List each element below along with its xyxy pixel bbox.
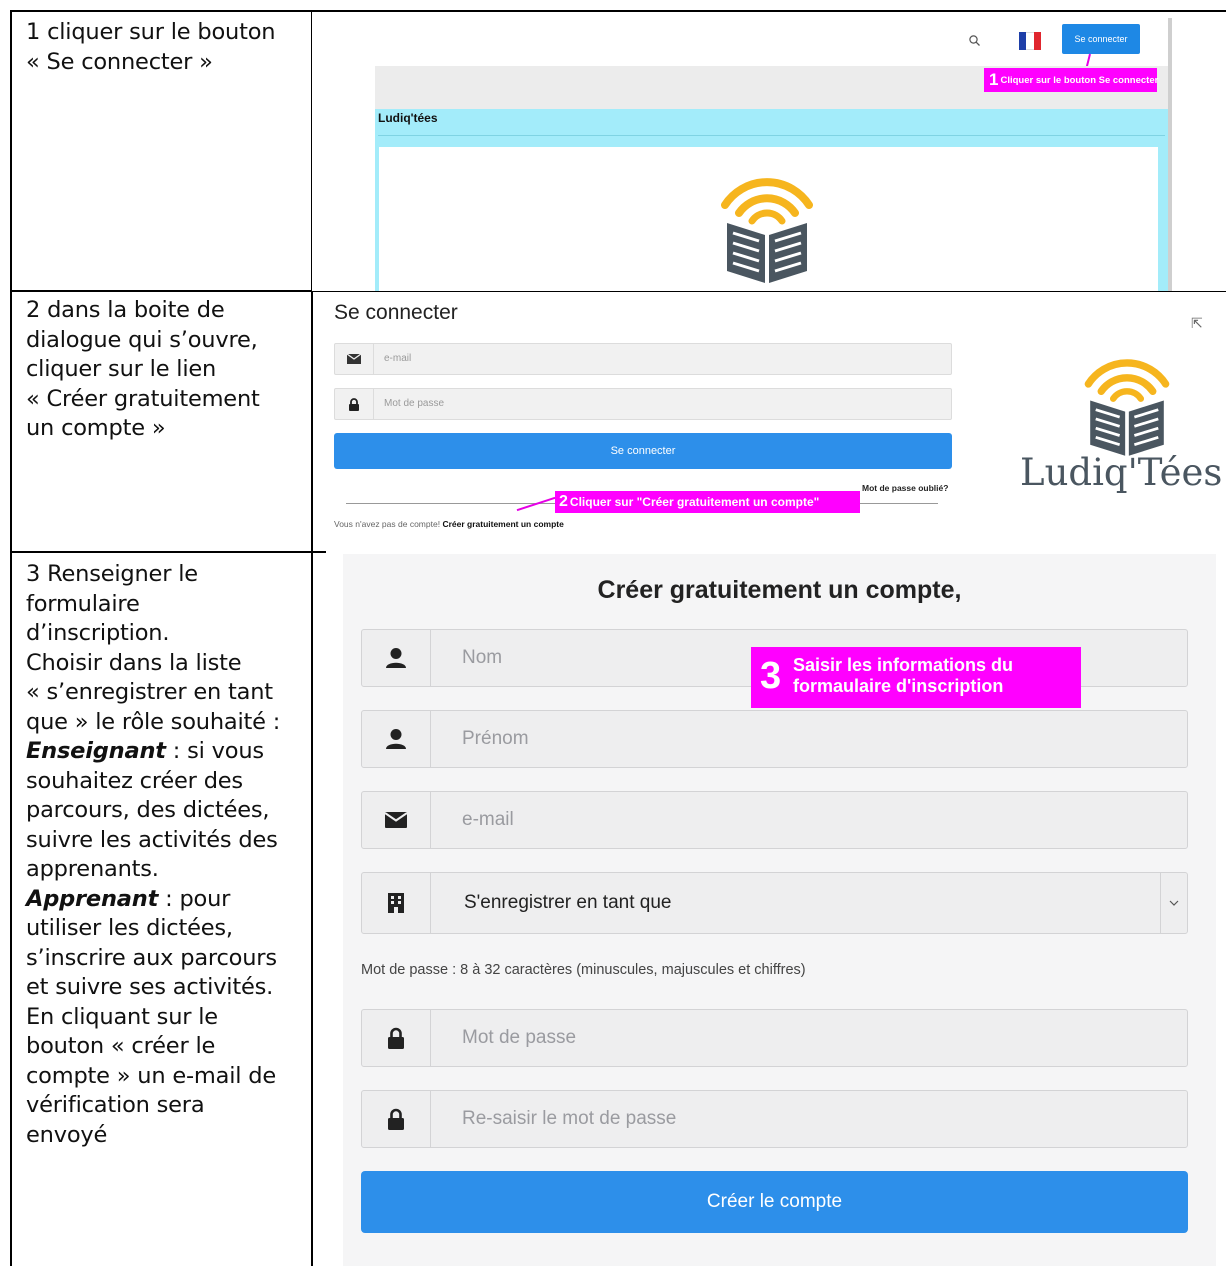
- password-field[interactable]: Mot de passe: [334, 388, 952, 420]
- annotation-callout-3: 3 Saisir les informations du formaulaire …: [751, 647, 1081, 708]
- annotation-text: Cliquer sur "Créer gratuitement un compt…: [569, 495, 820, 509]
- first-name-field[interactable]: Prénom: [361, 710, 1188, 768]
- step3-line: En cliquant sur le: [26, 1003, 218, 1030]
- login-button[interactable]: Se connecter: [1062, 24, 1140, 54]
- panel-divider: [378, 135, 1165, 136]
- email-placeholder: e-mail: [462, 809, 514, 830]
- annotation-text: Cliquer sur le bouton Se connecter: [1000, 75, 1159, 86]
- no-account-label: Vous n'avez pas de compte!: [334, 519, 441, 529]
- step3-line: d’inscription.: [26, 620, 170, 646]
- panel-title: Ludiq'tées: [378, 111, 438, 125]
- annotation-callout-2: 2 Cliquer sur "Créer gratuitement un comp…: [555, 491, 860, 513]
- step3-line: utiliser les dictées,: [26, 915, 233, 941]
- step3-line: et suivre ses activités.: [26, 974, 274, 1000]
- screenshot-signup-form: Créer gratuitement un compte, Nom 3 Sais…: [343, 554, 1216, 1266]
- last-name-placeholder: Nom: [462, 647, 503, 668]
- annotation-number: 2: [559, 493, 568, 510]
- mouse-cursor-icon: ⇱: [1191, 315, 1203, 331]
- screenshot-home-page: Se connecter 1 Cliquer sur le bouton Se c…: [312, 12, 1226, 291]
- search-icon[interactable]: [968, 34, 982, 48]
- role-apprenant-line: Apprenant : pour: [26, 885, 306, 915]
- create-account-link[interactable]: Créer gratuitement un compte: [442, 519, 563, 529]
- role-select-value: S'enregistrer en tant que: [464, 892, 672, 913]
- forgot-password-link[interactable]: Mot de passe oublié?: [862, 483, 948, 493]
- step3-line: Choisir dans la liste: [26, 649, 242, 676]
- password-confirm-placeholder: Re-saisir le mot de passe: [462, 1108, 677, 1129]
- building-icon: [362, 873, 431, 933]
- chevron-down-icon[interactable]: [1160, 873, 1187, 933]
- step3-line: parcours, des dictées,: [26, 797, 270, 823]
- french-flag-icon[interactable]: [1019, 32, 1041, 50]
- step2-line: « Créer gratuitement: [26, 385, 260, 412]
- screenshot-login-dialog: Se connecter ⇱ e-mail Mot de passe Se co…: [326, 293, 1226, 553]
- user-icon: [362, 711, 431, 767]
- step3-line: bouton « créer le: [26, 1033, 216, 1059]
- role-apprenant-desc: : pour: [158, 885, 231, 912]
- annotation-text: Saisir les informations du formaulaire d'…: [793, 655, 1013, 697]
- logo-wordmark: Ludiq'Tées: [1020, 451, 1223, 494]
- scrollbar[interactable]: [1168, 18, 1172, 291]
- annotation-number: 3: [760, 655, 782, 697]
- step2-line: dialogue qui s’ouvre,: [26, 326, 258, 353]
- annotation-line: Saisir les informations du: [793, 655, 1014, 675]
- envelope-icon: [362, 792, 431, 848]
- ludiqtees-panel: Ludiq'tées: [375, 109, 1168, 291]
- step3-line: « s’enregistrer en tant: [26, 679, 273, 705]
- signup-title: Créer gratuitement un compte,: [597, 576, 962, 604]
- password-placeholder: Mot de passe: [462, 1027, 577, 1048]
- role-enseignant-desc: : si vous: [165, 738, 264, 764]
- ludiqtees-logo-icon: [721, 178, 813, 283]
- lock-icon: [362, 1091, 431, 1147]
- email-field[interactable]: e-mail: [334, 343, 952, 375]
- role-select[interactable]: S'enregistrer en tant que: [361, 872, 1188, 934]
- annotation-callout-1: 1 Cliquer sur le bouton Se connecter: [984, 68, 1159, 92]
- step3-line: s’inscrire aux parcours: [26, 944, 277, 971]
- lock-icon: [335, 389, 374, 419]
- email-placeholder: e-mail: [384, 353, 412, 364]
- no-account-text: Vous n'avez pas de compte! Créer gratuit…: [334, 519, 564, 529]
- user-icon: [362, 630, 431, 686]
- step1-line: 1 cliquer sur le bouton: [26, 19, 276, 45]
- login-submit-button[interactable]: Se connecter: [334, 433, 952, 469]
- step3-line: formulaire: [26, 590, 140, 617]
- step3-line: 3 Renseigner le: [26, 561, 198, 587]
- table-border-left: [10, 10, 12, 1266]
- role-enseignant-line: Enseignant : si vous: [26, 737, 306, 767]
- step2-instruction: 2 dans la boite de dialogue qui s’ouvre,…: [26, 296, 306, 444]
- envelope-icon: [335, 344, 374, 374]
- step3-line: que » le rôle souhaité :: [26, 708, 281, 735]
- annotation-line: formaulaire d'inscription: [793, 676, 1004, 696]
- ludiqtees-logo-icon: [1084, 359, 1170, 456]
- step1-instruction: 1 cliquer sur le bouton « Se connecter »: [26, 18, 306, 77]
- annotation-arrow: [516, 496, 556, 512]
- step3-line: envoyé: [26, 1121, 108, 1148]
- step2-line: un compte »: [26, 415, 166, 441]
- step1-line: « Se connecter »: [26, 48, 213, 75]
- dialog-title: Se connecter: [334, 301, 458, 324]
- step3-line: souhaitez créer des: [26, 767, 243, 794]
- role-apprenant-name: Apprenant: [26, 885, 159, 912]
- role-enseignant-name: Enseignant: [26, 738, 166, 764]
- create-account-button[interactable]: Créer le compte: [361, 1171, 1188, 1233]
- annotation-number: 1: [989, 70, 999, 89]
- password-confirm-field[interactable]: Re-saisir le mot de passe: [361, 1090, 1188, 1148]
- email-field[interactable]: e-mail: [361, 791, 1188, 849]
- password-field[interactable]: Mot de passe: [361, 1009, 1188, 1067]
- step3-line: compte » un e-mail de: [26, 1062, 276, 1089]
- step3-line: apprenants.: [26, 856, 159, 882]
- step2-line: cliquer sur le lien: [26, 356, 217, 382]
- lock-icon: [362, 1010, 431, 1066]
- step3-instruction: 3 Renseigner le formulaire d’inscription…: [26, 560, 306, 1150]
- password-placeholder: Mot de passe: [384, 398, 445, 409]
- step3-line: suivre les activités des: [26, 826, 278, 853]
- first-name-placeholder: Prénom: [462, 728, 529, 749]
- step2-line: 2 dans la boite de: [26, 297, 225, 323]
- step3-line: vérification sera: [26, 1092, 205, 1118]
- password-hint: Mot de passe : 8 à 32 caractères (minusc…: [361, 962, 806, 978]
- panel-content: [379, 147, 1158, 291]
